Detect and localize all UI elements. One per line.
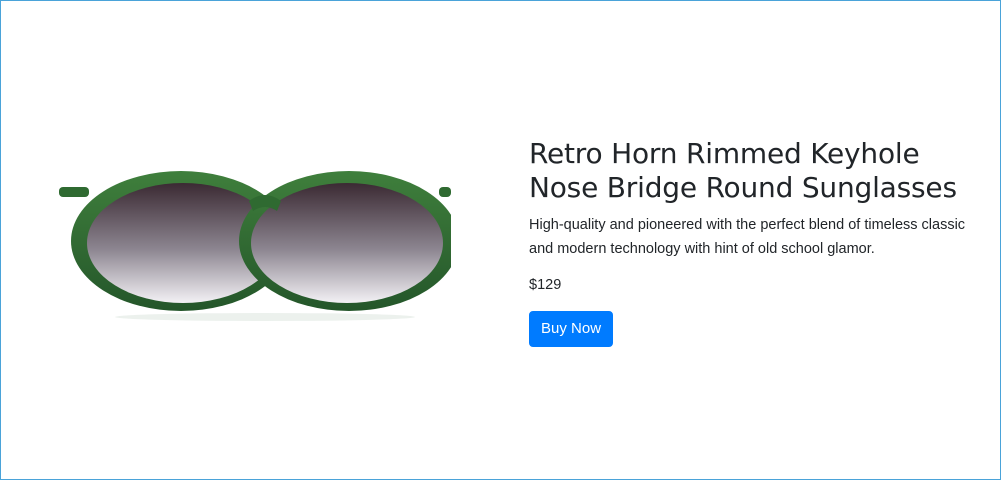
product-image	[51, 161, 451, 321]
buy-now-button[interactable]: Buy Now	[529, 311, 614, 347]
page-frame: Retro Horn Rimmed Keyhole Nose Bridge Ro…	[0, 0, 1001, 480]
product-title: Retro Horn Rimmed Keyhole Nose Bridge Ro…	[529, 137, 957, 204]
product-info: Retro Horn Rimmed Keyhole Nose Bridge Ro…	[529, 137, 979, 347]
product-description: High-quality and pioneered with the perf…	[529, 217, 966, 257]
sunglasses-icon	[59, 171, 451, 321]
product-price: $129	[529, 277, 562, 293]
